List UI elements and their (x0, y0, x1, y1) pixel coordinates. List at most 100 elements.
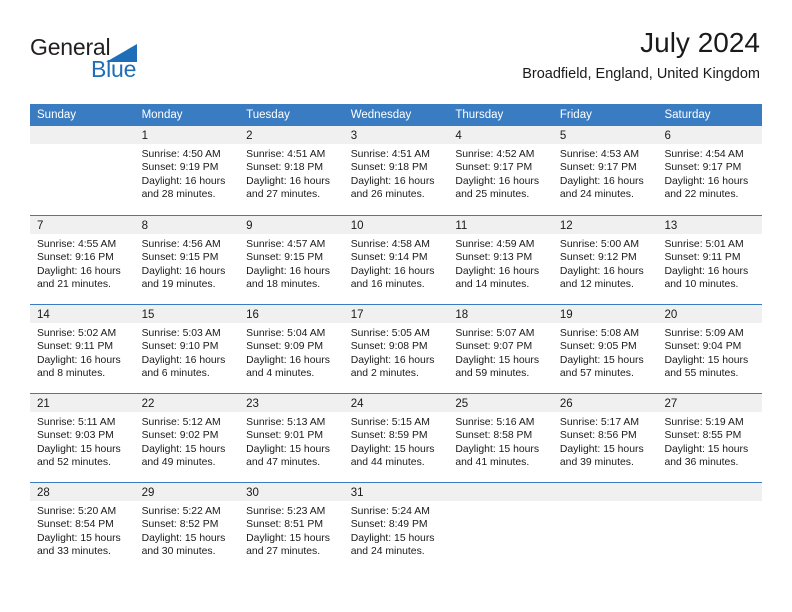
day-details: Sunrise: 5:01 AM Sunset: 9:11 PM Daylight:… (657, 234, 762, 292)
day-cell-11[interactable]: 11 Sunrise: 4:59 AM Sunset: 9:13 PM Dayligh… (448, 216, 553, 304)
sunrise-text: Sunrise: 5:05 AM (350, 328, 430, 339)
page-subtitle: Broadfield, England, United Kingdom (522, 66, 760, 83)
daylight-text-line2: and 2 minutes. (350, 368, 419, 380)
day-cell-4[interactable]: 4 Sunrise: 4:52 AM Sunset: 9:17 PM Daylight… (448, 126, 553, 215)
sunset-text: Sunset: 9:03 PM (37, 430, 114, 442)
sunset-text: Sunset: 8:51 PM (246, 519, 323, 531)
daylight-text-line1: Daylight: 16 hours (246, 175, 330, 187)
daylight-text-line2: and 27 minutes. (246, 189, 321, 201)
day-number: 28 (30, 483, 135, 501)
day-number: 14 (30, 305, 135, 323)
daylight-text-line2: and 52 minutes. (37, 457, 111, 469)
day-cell-12[interactable]: 12 Sunrise: 5:00 AM Sunset: 9:12 PM Dayligh… (552, 216, 658, 304)
day-cell-6[interactable]: 6 Sunrise: 4:54 AM Sunset: 9:17 PM Daylight… (657, 126, 763, 215)
day-cell-13[interactable]: 13 Sunrise: 5:01 AM Sunset: 9:11 PM Dayligh… (657, 216, 763, 304)
day-cell-8[interactable]: 8 Sunrise: 4:56 AM Sunset: 9:15 PM Daylight… (134, 216, 240, 304)
sunrise-text: Sunrise: 4:52 AM (455, 149, 535, 160)
day-cell-10[interactable]: 10 Sunrise: 4:58 AM Sunset: 9:14 PM Dayligh… (343, 216, 449, 304)
day-cell-31[interactable]: 31 Sunrise: 5:24 AM Sunset: 8:49 PM Dayligh… (343, 483, 449, 571)
day-number: 9 (239, 216, 344, 234)
day-number: 1 (134, 126, 240, 144)
daylight-text-line2: and 27 minutes. (246, 546, 321, 558)
sunrise-text: Sunrise: 4:56 AM (141, 239, 221, 250)
sunrise-text: Sunrise: 5:17 AM (559, 417, 640, 428)
day-cell-17[interactable]: 17 Sunrise: 5:05 AM Sunset: 9:08 PM Dayligh… (343, 305, 449, 393)
day-details: Sunrise: 4:58 AM Sunset: 9:14 PM Daylight:… (344, 234, 449, 292)
day-number: 8 (134, 216, 240, 234)
sunset-text: Sunset: 9:02 PM (141, 430, 219, 442)
day-number: 13 (657, 216, 763, 234)
day-details: Sunrise: 5:09 AM Sunset: 9:04 PM Daylight:… (657, 323, 762, 381)
sunset-text: Sunset: 8:58 PM (455, 430, 533, 442)
sunset-text: Sunset: 9:13 PM (455, 252, 533, 264)
day-cell-20[interactable]: 20 Sunrise: 5:09 AM Sunset: 9:04 PM Dayligh… (657, 305, 763, 393)
daylight-text-line1: Daylight: 16 hours (559, 265, 644, 277)
day-details: Sunrise: 5:15 AM Sunset: 8:59 PM Daylight:… (344, 412, 449, 470)
day-cell-25[interactable]: 25 Sunrise: 5:16 AM Sunset: 8:58 PM Dayligh… (448, 394, 553, 482)
sunrise-text: Sunrise: 5:07 AM (455, 328, 535, 339)
day-details: Sunrise: 5:20 AM Sunset: 8:54 PM Daylight:… (30, 501, 135, 559)
daylight-text-line1: Daylight: 15 hours (37, 443, 121, 455)
day-details: Sunrise: 5:08 AM Sunset: 9:05 PM Daylight:… (553, 323, 658, 381)
day-number: 17 (343, 305, 449, 323)
day-cell-27[interactable]: 27 Sunrise: 5:19 AM Sunset: 8:55 PM Dayligh… (657, 394, 763, 482)
day-cell-26[interactable]: 26 Sunrise: 5:17 AM Sunset: 8:56 PM Dayligh… (552, 394, 658, 482)
week-row: 1 Sunrise: 4:50 AM Sunset: 9:19 PM Daylight… (30, 126, 763, 215)
week-row: 14 Sunrise: 5:02 AM Sunset: 9:11 PM Dayligh… (30, 304, 763, 393)
daylight-text-line1: Daylight: 16 hours (350, 175, 435, 187)
day-number: 6 (657, 126, 763, 144)
sunset-text: Sunset: 9:05 PM (559, 341, 637, 353)
day-number: 12 (552, 216, 658, 234)
day-number: 7 (30, 216, 135, 234)
daylight-text-line1: Daylight: 16 hours (37, 354, 121, 366)
day-details: Sunrise: 4:53 AM Sunset: 9:17 PM Daylight:… (553, 144, 658, 202)
sunrise-text: Sunrise: 5:08 AM (559, 328, 640, 339)
day-cell-21[interactable]: 21 Sunrise: 5:11 AM Sunset: 9:03 PM Dayligh… (30, 394, 135, 482)
day-details: Sunrise: 4:52 AM Sunset: 9:17 PM Daylight:… (448, 144, 553, 202)
weekday-header-tuesday: Tuesday (246, 109, 290, 121)
sunrise-text: Sunrise: 4:57 AM (246, 239, 326, 250)
sunset-text: Sunset: 9:04 PM (664, 341, 742, 353)
day-details: Sunrise: 5:12 AM Sunset: 9:02 PM Daylight:… (135, 412, 240, 470)
sunset-text: Sunset: 8:54 PM (37, 519, 114, 531)
day-cell-18[interactable]: 18 Sunrise: 5:07 AM Sunset: 9:07 PM Dayligh… (448, 305, 553, 393)
day-cell-23[interactable]: 23 Sunrise: 5:13 AM Sunset: 9:01 PM Dayligh… (239, 394, 344, 482)
general-blue-logo[interactable]: General Blue (30, 34, 180, 90)
day-number: 3 (343, 126, 449, 144)
day-number: 16 (239, 305, 344, 323)
day-number: 19 (552, 305, 658, 323)
day-details: Sunrise: 4:54 AM Sunset: 9:17 PM Daylight:… (657, 144, 762, 202)
weekday-header-sunday: Sunday (37, 109, 77, 121)
day-cell-9[interactable]: 9 Sunrise: 4:57 AM Sunset: 9:15 PM Daylight… (239, 216, 344, 304)
day-cell-22[interactable]: 22 Sunrise: 5:12 AM Sunset: 9:02 PM Dayligh… (134, 394, 240, 482)
day-cell-24[interactable]: 24 Sunrise: 5:15 AM Sunset: 8:59 PM Dayligh… (343, 394, 449, 482)
daylight-text-line2: and 30 minutes. (141, 546, 216, 558)
day-cell-7[interactable]: 7 Sunrise: 4:55 AM Sunset: 9:16 PM Daylight… (30, 216, 135, 304)
daylight-text-line2: and 36 minutes. (664, 457, 739, 469)
day-cell-29[interactable]: 29 Sunrise: 5:22 AM Sunset: 8:52 PM Dayligh… (134, 483, 240, 571)
daylight-text-line2: and 12 minutes. (559, 279, 634, 291)
day-cell-19[interactable]: 19 Sunrise: 5:08 AM Sunset: 9:05 PM Dayligh… (552, 305, 658, 393)
daylight-text-line2: and 19 minutes. (141, 279, 216, 291)
day-details: Sunrise: 5:07 AM Sunset: 9:07 PM Daylight:… (448, 323, 553, 381)
day-cell-1[interactable]: 1 Sunrise: 4:50 AM Sunset: 9:19 PM Daylight… (134, 126, 240, 215)
sunset-text: Sunset: 9:08 PM (350, 341, 428, 353)
day-cell-14[interactable]: 14 Sunrise: 5:02 AM Sunset: 9:11 PM Dayligh… (30, 305, 135, 393)
day-cell-2[interactable]: 2 Sunrise: 4:51 AM Sunset: 9:18 PM Daylight… (239, 126, 344, 215)
day-cell-15[interactable]: 15 Sunrise: 5:03 AM Sunset: 9:10 PM Dayligh… (134, 305, 240, 393)
daylight-text-line1: Daylight: 15 hours (559, 443, 644, 455)
day-cell-28[interactable]: 28 Sunrise: 5:20 AM Sunset: 8:54 PM Dayligh… (30, 483, 135, 571)
day-number (30, 126, 135, 144)
daylight-text-line1: Daylight: 15 hours (246, 443, 330, 455)
daylight-text-line2: and 6 minutes. (141, 368, 210, 380)
day-cell-16[interactable]: 16 Sunrise: 5:04 AM Sunset: 9:09 PM Dayligh… (239, 305, 344, 393)
day-cell-5[interactable]: 5 Sunrise: 4:53 AM Sunset: 9:17 PM Daylight… (552, 126, 658, 215)
day-cell-empty (448, 483, 553, 571)
sunset-text: Sunset: 9:19 PM (141, 162, 219, 174)
sunrise-text: Sunrise: 5:22 AM (141, 506, 221, 517)
day-cell-3[interactable]: 3 Sunrise: 4:51 AM Sunset: 9:18 PM Daylight… (343, 126, 449, 215)
week-rows: 1 Sunrise: 4:50 AM Sunset: 9:19 PM Daylight… (30, 126, 763, 571)
day-cell-30[interactable]: 30 Sunrise: 5:23 AM Sunset: 8:51 PM Dayligh… (239, 483, 344, 571)
sunset-text: Sunset: 8:56 PM (559, 430, 637, 442)
logo-text-blue: Blue (91, 56, 137, 82)
